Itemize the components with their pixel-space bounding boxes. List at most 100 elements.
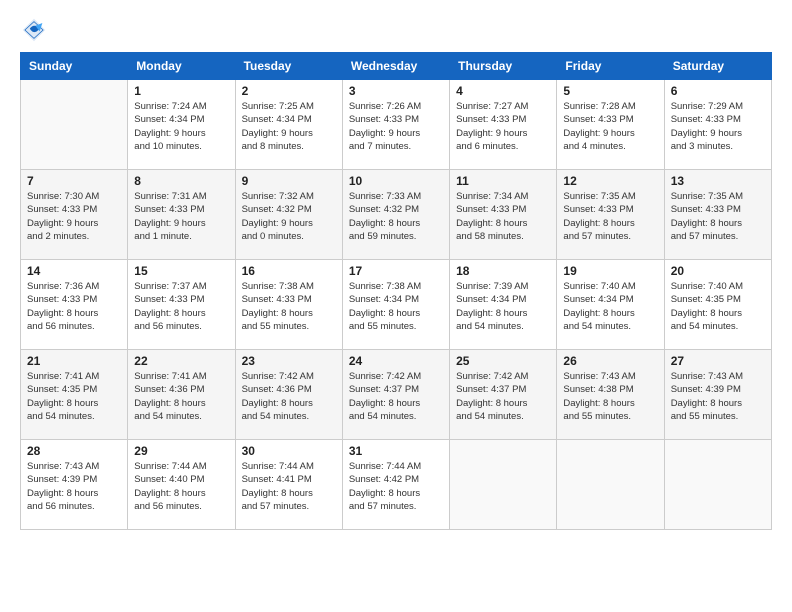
logo [20, 16, 52, 44]
calendar-cell: 3 Sunrise: 7:26 AM Sunset: 4:33 PM Daylig… [342, 80, 449, 170]
cell-info: Sunrise: 7:26 AM Sunset: 4:33 PM Dayligh… [349, 100, 443, 153]
calendar-cell: 31Sunrise: 7:44 AM Sunset: 4:42 PM Dayli… [342, 440, 449, 530]
calendar-week-4: 21 Sunrise: 7:41 AM Sunset: 4:35 PM Dayli… [21, 350, 772, 440]
day-header-saturday: Saturday [664, 53, 771, 80]
day-number: 5 [563, 84, 657, 98]
day-number: 28 [27, 444, 121, 458]
day-number: 14 [27, 264, 121, 278]
day-number: 15 [134, 264, 228, 278]
calendar-cell: 16 Sunrise: 7:38 AM Sunset: 4:33 PM Dayli… [235, 260, 342, 350]
calendar-cell: 29 Sunrise: 7:44 AM Sunset: 4:40 PM Dayli… [128, 440, 235, 530]
calendar-cell: 14 Sunrise: 7:36 AM Sunset: 4:33 PM Dayli… [21, 260, 128, 350]
calendar-cell: 26Sunrise: 7:43 AM Sunset: 4:38 PM Dayli… [557, 350, 664, 440]
day-header-wednesday: Wednesday [342, 53, 449, 80]
calendar-cell: 12 Sunrise: 7:35 AM Sunset: 4:33 PM Dayli… [557, 170, 664, 260]
day-number: 3 [349, 84, 443, 98]
day-number: 21 [27, 354, 121, 368]
day-number: 19 [563, 264, 657, 278]
calendar-cell: 20Sunrise: 7:40 AM Sunset: 4:35 PM Dayli… [664, 260, 771, 350]
day-number: 13 [671, 174, 765, 188]
calendar-cell: 17 Sunrise: 7:38 AM Sunset: 4:34 PM Dayli… [342, 260, 449, 350]
day-header-monday: Monday [128, 53, 235, 80]
calendar-cell: 23 Sunrise: 7:42 AM Sunset: 4:36 PM Dayli… [235, 350, 342, 440]
calendar-cell: 10Sunrise: 7:33 AM Sunset: 4:32 PM Dayli… [342, 170, 449, 260]
day-header-thursday: Thursday [450, 53, 557, 80]
cell-info: Sunrise: 7:43 AM Sunset: 4:39 PM Dayligh… [27, 460, 121, 513]
day-number: 24 [349, 354, 443, 368]
calendar-cell: 7 Sunrise: 7:30 AM Sunset: 4:33 PM Daylig… [21, 170, 128, 260]
cell-info: Sunrise: 7:40 AM Sunset: 4:35 PM Dayligh… [671, 280, 765, 333]
header [20, 16, 772, 44]
cell-info: Sunrise: 7:31 AM Sunset: 4:33 PM Dayligh… [134, 190, 228, 243]
calendar-cell: 9Sunrise: 7:32 AM Sunset: 4:32 PM Daylig… [235, 170, 342, 260]
calendar-cell [21, 80, 128, 170]
cell-info: Sunrise: 7:44 AM Sunset: 4:40 PM Dayligh… [134, 460, 228, 513]
calendar: SundayMondayTuesdayWednesdayThursdayFrid… [20, 52, 772, 530]
day-number: 8 [134, 174, 228, 188]
cell-info: Sunrise: 7:42 AM Sunset: 4:37 PM Dayligh… [349, 370, 443, 423]
day-number: 2 [242, 84, 336, 98]
day-number: 1 [134, 84, 228, 98]
day-number: 4 [456, 84, 550, 98]
calendar-cell: 2 Sunrise: 7:25 AM Sunset: 4:34 PM Daylig… [235, 80, 342, 170]
cell-info: Sunrise: 7:30 AM Sunset: 4:33 PM Dayligh… [27, 190, 121, 243]
day-number: 16 [242, 264, 336, 278]
cell-info: Sunrise: 7:36 AM Sunset: 4:33 PM Dayligh… [27, 280, 121, 333]
cell-info: Sunrise: 7:29 AM Sunset: 4:33 PM Dayligh… [671, 100, 765, 153]
calendar-cell: 28 Sunrise: 7:43 AM Sunset: 4:39 PM Dayli… [21, 440, 128, 530]
day-number: 9 [242, 174, 336, 188]
day-header-sunday: Sunday [21, 53, 128, 80]
calendar-cell: 6 Sunrise: 7:29 AM Sunset: 4:33 PM Daylig… [664, 80, 771, 170]
cell-info: Sunrise: 7:44 AM Sunset: 4:41 PM Dayligh… [242, 460, 336, 513]
cell-info: Sunrise: 7:43 AM Sunset: 4:38 PM Dayligh… [563, 370, 657, 423]
cell-info: Sunrise: 7:35 AM Sunset: 4:33 PM Dayligh… [671, 190, 765, 243]
calendar-cell: 21 Sunrise: 7:41 AM Sunset: 4:35 PM Dayli… [21, 350, 128, 440]
day-header-tuesday: Tuesday [235, 53, 342, 80]
day-number: 6 [671, 84, 765, 98]
cell-info: Sunrise: 7:25 AM Sunset: 4:34 PM Dayligh… [242, 100, 336, 153]
cell-info: Sunrise: 7:41 AM Sunset: 4:36 PM Dayligh… [134, 370, 228, 423]
calendar-cell: 8 Sunrise: 7:31 AM Sunset: 4:33 PM Daylig… [128, 170, 235, 260]
calendar-cell: 22Sunrise: 7:41 AM Sunset: 4:36 PM Dayli… [128, 350, 235, 440]
day-number: 7 [27, 174, 121, 188]
cell-info: Sunrise: 7:42 AM Sunset: 4:36 PM Dayligh… [242, 370, 336, 423]
cell-info: Sunrise: 7:37 AM Sunset: 4:33 PM Dayligh… [134, 280, 228, 333]
calendar-cell: 30 Sunrise: 7:44 AM Sunset: 4:41 PM Dayli… [235, 440, 342, 530]
cell-info: Sunrise: 7:43 AM Sunset: 4:39 PM Dayligh… [671, 370, 765, 423]
calendar-cell: 13 Sunrise: 7:35 AM Sunset: 4:33 PM Dayli… [664, 170, 771, 260]
day-number: 31 [349, 444, 443, 458]
cell-info: Sunrise: 7:38 AM Sunset: 4:33 PM Dayligh… [242, 280, 336, 333]
calendar-week-1: 1 Sunrise: 7:24 AM Sunset: 4:34 PM Daylig… [21, 80, 772, 170]
day-number: 17 [349, 264, 443, 278]
day-number: 18 [456, 264, 550, 278]
cell-info: Sunrise: 7:34 AM Sunset: 4:33 PM Dayligh… [456, 190, 550, 243]
calendar-cell: 15 Sunrise: 7:37 AM Sunset: 4:33 PM Dayli… [128, 260, 235, 350]
calendar-cell: 1 Sunrise: 7:24 AM Sunset: 4:34 PM Daylig… [128, 80, 235, 170]
cell-info: Sunrise: 7:38 AM Sunset: 4:34 PM Dayligh… [349, 280, 443, 333]
day-number: 25 [456, 354, 550, 368]
cell-info: Sunrise: 7:41 AM Sunset: 4:35 PM Dayligh… [27, 370, 121, 423]
calendar-week-2: 7 Sunrise: 7:30 AM Sunset: 4:33 PM Daylig… [21, 170, 772, 260]
cell-info: Sunrise: 7:35 AM Sunset: 4:33 PM Dayligh… [563, 190, 657, 243]
calendar-header-row: SundayMondayTuesdayWednesdayThursdayFrid… [21, 53, 772, 80]
calendar-cell: 18 Sunrise: 7:39 AM Sunset: 4:34 PM Dayli… [450, 260, 557, 350]
cell-info: Sunrise: 7:27 AM Sunset: 4:33 PM Dayligh… [456, 100, 550, 153]
calendar-cell [557, 440, 664, 530]
logo-icon [20, 16, 48, 44]
cell-info: Sunrise: 7:33 AM Sunset: 4:32 PM Dayligh… [349, 190, 443, 243]
calendar-week-3: 14 Sunrise: 7:36 AM Sunset: 4:33 PM Dayli… [21, 260, 772, 350]
calendar-cell: 24 Sunrise: 7:42 AM Sunset: 4:37 PM Dayli… [342, 350, 449, 440]
calendar-cell: 25 Sunrise: 7:42 AM Sunset: 4:37 PM Dayli… [450, 350, 557, 440]
calendar-cell: 27 Sunrise: 7:43 AM Sunset: 4:39 PM Dayli… [664, 350, 771, 440]
day-number: 29 [134, 444, 228, 458]
cell-info: Sunrise: 7:42 AM Sunset: 4:37 PM Dayligh… [456, 370, 550, 423]
day-number: 23 [242, 354, 336, 368]
cell-info: Sunrise: 7:39 AM Sunset: 4:34 PM Dayligh… [456, 280, 550, 333]
calendar-cell: 11Sunrise: 7:34 AM Sunset: 4:33 PM Dayli… [450, 170, 557, 260]
day-number: 12 [563, 174, 657, 188]
cell-info: Sunrise: 7:24 AM Sunset: 4:34 PM Dayligh… [134, 100, 228, 153]
calendar-cell: 4 Sunrise: 7:27 AM Sunset: 4:33 PM Daylig… [450, 80, 557, 170]
day-number: 27 [671, 354, 765, 368]
cell-info: Sunrise: 7:40 AM Sunset: 4:34 PM Dayligh… [563, 280, 657, 333]
day-number: 30 [242, 444, 336, 458]
